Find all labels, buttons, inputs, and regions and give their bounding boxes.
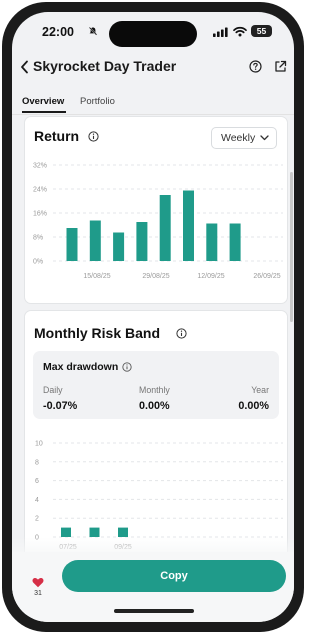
drawdown-monthly-value: 0.00% [139, 400, 170, 412]
chart-bar [118, 527, 128, 537]
page-title: Skyrocket Day Trader [33, 58, 177, 74]
back-chevron-icon[interactable] [20, 60, 29, 74]
battery-icon: 55 [251, 25, 272, 37]
chart-bar [89, 527, 100, 537]
chart-bar [136, 222, 148, 261]
likes-count: 31 [34, 590, 42, 597]
active-tab-indicator [22, 111, 66, 113]
home-indicator [114, 609, 194, 613]
copy-button[interactable]: Copy [62, 560, 286, 592]
period-dropdown[interactable]: Weekly [211, 127, 277, 149]
chart-bar [229, 223, 241, 261]
scrollbar[interactable] [290, 172, 293, 322]
y-tick-label: 32% [33, 163, 47, 170]
chart-bar [66, 228, 78, 261]
cellular-signal-icon [213, 27, 228, 37]
help-icon[interactable] [249, 60, 262, 73]
tab-portfolio[interactable]: Portfolio [80, 96, 115, 107]
wifi-icon [233, 26, 247, 37]
info-icon[interactable] [88, 131, 99, 142]
info-icon[interactable] [122, 362, 132, 372]
y-tick-label: 2 [35, 516, 39, 523]
return-chart: 32% 24% 16% 8% 0% 15/08/25 29/08/25 12/09/25 26/… [33, 163, 283, 280]
drawdown-daily-value: -0.07% [43, 400, 78, 412]
max-drawdown-panel: Max drawdown Daily -0.07% Monthly 0.00% … [33, 351, 279, 419]
x-tick-label: 15/08/25 [83, 273, 110, 280]
x-tick-label: 12/09/25 [197, 273, 224, 280]
y-tick-label: 8% [33, 235, 43, 242]
tab-overview[interactable]: Overview [22, 96, 64, 107]
risk-band-title: Monthly Risk Band [34, 325, 161, 341]
tab-bar: Overview Portfolio [12, 94, 294, 115]
y-tick-label: 0% [33, 259, 43, 266]
chart-bar [183, 190, 194, 261]
chart-bar [159, 195, 171, 261]
chart-bar [206, 223, 218, 261]
chevron-down-icon [260, 135, 269, 141]
page-header: Skyrocket Day Trader [12, 56, 294, 80]
return-title: Return [34, 128, 80, 144]
chart-bar [61, 527, 71, 537]
heart-icon[interactable] [32, 577, 44, 588]
y-tick-label: 10 [35, 441, 43, 448]
drawdown-year-value: 0.00% [238, 400, 269, 412]
y-tick-label: 6 [35, 478, 39, 485]
max-drawdown-title: Max drawdown [43, 361, 119, 373]
risk-band-card: Monthly Risk Band Max drawdown Daily -0.… [24, 310, 288, 572]
chart-bar [89, 220, 101, 261]
period-dropdown-value: Weekly [221, 132, 256, 144]
y-tick-label: 24% [33, 187, 47, 194]
drawdown-monthly-label: Monthly [139, 385, 170, 395]
share-external-icon[interactable] [274, 60, 287, 73]
x-tick-label: 29/08/25 [142, 273, 169, 280]
y-tick-label: 8 [35, 459, 39, 466]
status-time: 22:00 [42, 25, 74, 39]
phone-frame: 22:00 55 Skyrocket Day Trader Overview P… [2, 2, 304, 632]
status-bar: 22:00 55 [12, 12, 294, 54]
dynamic-island [109, 21, 197, 47]
return-card: Return Weekly 32% 24% 16% 8% 0% 15/08/25 29/08… [24, 116, 288, 304]
app-screen: 22:00 55 Skyrocket Day Trader Overview P… [12, 12, 294, 622]
y-tick-label: 4 [35, 497, 39, 504]
drawdown-daily-label: Daily [43, 385, 63, 395]
info-icon[interactable] [176, 328, 187, 339]
chart-bar [113, 232, 125, 261]
drawdown-year-label: Year [251, 385, 269, 395]
x-tick-label: 26/09/25 [253, 273, 280, 280]
y-tick-label: 16% [33, 211, 47, 218]
bell-slash-icon [88, 26, 98, 36]
